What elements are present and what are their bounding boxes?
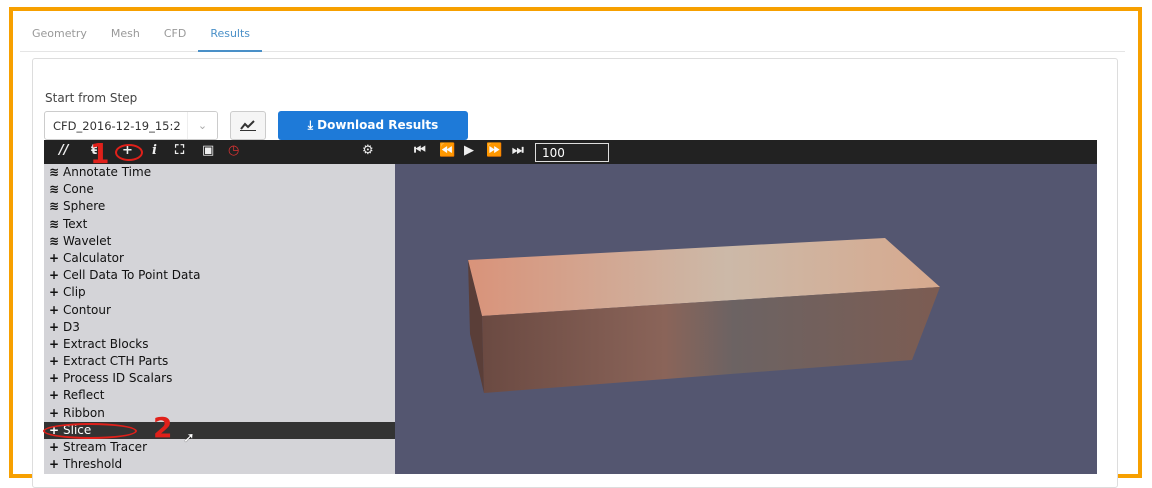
filter-item[interactable]: ≋ Sphere [44,198,395,215]
annotation-2: 2 [153,411,173,444]
3d-viewport[interactable] [395,164,1097,474]
tab-results[interactable]: Results [198,20,263,52]
filter-item-label: Cone [63,182,94,197]
settings-icon[interactable]: ⚙ [362,143,374,158]
plus-icon: + [49,250,60,265]
filter-item[interactable]: + D3 [44,319,395,336]
time-step-input[interactable]: 100 [535,143,609,162]
filter-item-label: Process ID Scalars [63,371,173,386]
save-icon[interactable]: ▣ [202,143,214,158]
chevron-down-icon: ⌄ [187,112,217,139]
annotation-circle-1 [115,144,143,161]
annotation-circle-2 [43,423,137,439]
viewer-toolbar: // ŧ + i ⛶ ▣ ◷ ⚙ ⏮ ⏪ ▶ ⏩ ⏭ 100 [44,140,1097,164]
plus-icon: + [49,371,60,386]
filter-item-label: Sphere [63,199,106,214]
filter-item-label: Calculator [63,250,124,265]
last-frame-icon[interactable]: ⏭ [512,143,524,158]
annotation-1: 1 [90,137,110,170]
filter-item-label: Text [63,216,88,231]
database-icon: ≋ [49,182,60,197]
filter-item-label: Wavelet [63,233,112,248]
filter-item[interactable]: + Contour [44,302,395,319]
plus-icon: + [49,285,60,300]
plus-icon: + [49,388,60,403]
filter-item[interactable]: + Extract Blocks [44,336,395,353]
play-icon[interactable]: ▶ [464,143,474,158]
step-select-value: CFD_2016-12-19_15:2 [53,119,181,133]
filter-item[interactable]: + Ribbon [44,405,395,422]
plus-icon: + [49,319,60,334]
filter-item[interactable]: + Extract CTH Parts [44,353,395,370]
tab-bar: Geometry Mesh CFD Results [20,20,1125,52]
filter-item-label: Reflect [63,388,105,403]
plus-icon: + [49,268,60,283]
filter-item-label: Clip [63,285,86,300]
mouse-cursor-icon: ➚ [183,430,195,446]
tab-cfd[interactable]: CFD [152,20,198,52]
filter-item[interactable]: + Stream Tracer [44,439,395,456]
tab-mesh[interactable]: Mesh [99,20,152,52]
rewind-icon[interactable]: ⏪ [439,143,455,158]
plus-icon: + [49,440,60,454]
start-from-step-label: Start from Step [45,91,138,105]
filter-item[interactable]: + Reflect [44,387,395,404]
database-icon: ≋ [49,199,60,214]
filter-item[interactable]: + Process ID Scalars [44,370,395,387]
info-icon[interactable]: i [152,143,157,158]
filter-item[interactable]: + Cell Data To Point Data [44,267,395,284]
filter-item[interactable]: + Threshold [44,456,395,473]
chart-button[interactable] [230,111,266,140]
filter-item[interactable]: ≋ Cone [44,181,395,198]
filter-item-label: D3 [63,319,80,334]
filter-item-label: Extract Blocks [63,336,149,351]
filter-item-label: Contour [63,302,111,317]
filter-item-label: Cell Data To Point Data [63,268,201,283]
filter-item[interactable]: ≋ Text [44,216,395,233]
plus-icon: + [49,302,60,317]
line-chart-icon [240,120,256,131]
filter-item[interactable]: + Calculator [44,250,395,267]
database-icon: ≋ [49,165,60,179]
download-icon: ⤓ [307,118,318,132]
download-results-button[interactable]: ⤓ Download Results [278,111,468,140]
plus-icon: + [49,405,60,420]
download-results-label: Download Results [317,118,439,132]
plus-icon: + [49,457,60,472]
box-render [468,238,940,393]
filter-item-label: Threshold [63,457,123,472]
plus-icon: + [49,354,60,369]
first-frame-icon[interactable]: ⏮ [414,143,426,158]
filter-item-label: Stream Tracer [63,440,147,454]
paraview-logo-icon[interactable]: // [59,143,69,158]
filter-item-label: Extract CTH Parts [63,354,169,369]
clock-icon[interactable]: ◷ [228,143,239,158]
filter-item-label: Ribbon [63,405,105,420]
database-icon: ≋ [49,233,60,248]
database-icon: ≋ [49,216,60,231]
step-select[interactable]: CFD_2016-12-19_15:2 ⌄ [44,111,218,140]
tab-geometry[interactable]: Geometry [20,20,99,52]
filter-item[interactable]: + Clip [44,284,395,301]
plus-icon: + [49,336,60,351]
filter-item[interactable]: ≋ Wavelet [44,233,395,250]
fast-forward-icon[interactable]: ⏩ [486,143,502,158]
fullscreen-icon[interactable]: ⛶ [175,143,184,158]
